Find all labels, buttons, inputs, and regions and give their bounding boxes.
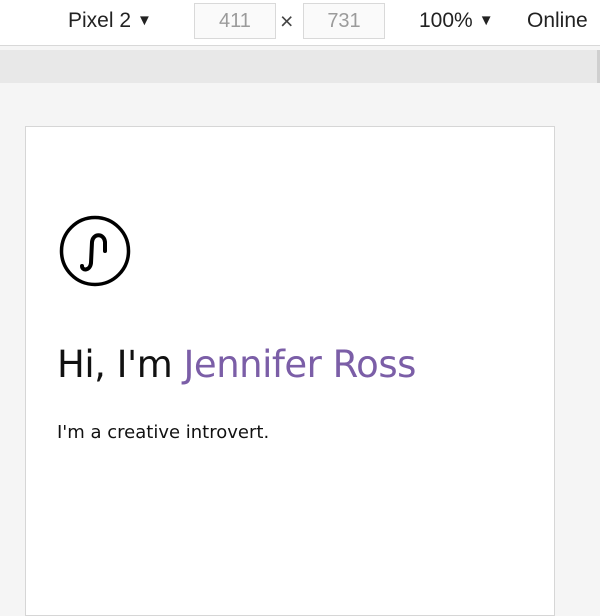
emulated-device-viewport: Hi, I'm Jennifer Ross I'm a creative int… <box>25 126 555 616</box>
caret-down-icon: ▼ <box>478 12 494 29</box>
network-throttle-select[interactable]: Online <box>527 9 588 33</box>
devtools-device-toolbar: Pixel 2 ▼ × 100% ▼ Online <box>0 0 600 46</box>
width-input[interactable] <box>194 3 276 39</box>
zoom-select-label: 100% <box>419 9 473 32</box>
device-select-label: Pixel 2 <box>68 9 132 32</box>
media-query-bar <box>0 50 597 83</box>
height-input[interactable] <box>303 3 385 39</box>
js-monogram-logo-icon[interactable] <box>59 215 131 287</box>
hero-name: Jennifer Ross <box>183 343 417 386</box>
greeting-prefix: Hi, I'm <box>57 343 184 386</box>
caret-down-icon: ▼ <box>137 12 152 29</box>
hero-greeting: Hi, I'm Jennifer Ross <box>57 343 416 386</box>
device-select[interactable]: Pixel 2 ▼ <box>68 9 152 33</box>
dimension-separator: × <box>280 8 294 34</box>
network-select-label: Online <box>527 9 588 32</box>
hero-tagline: I'm a creative introvert. <box>57 422 270 443</box>
zoom-select[interactable]: 100% ▼ <box>419 9 494 33</box>
